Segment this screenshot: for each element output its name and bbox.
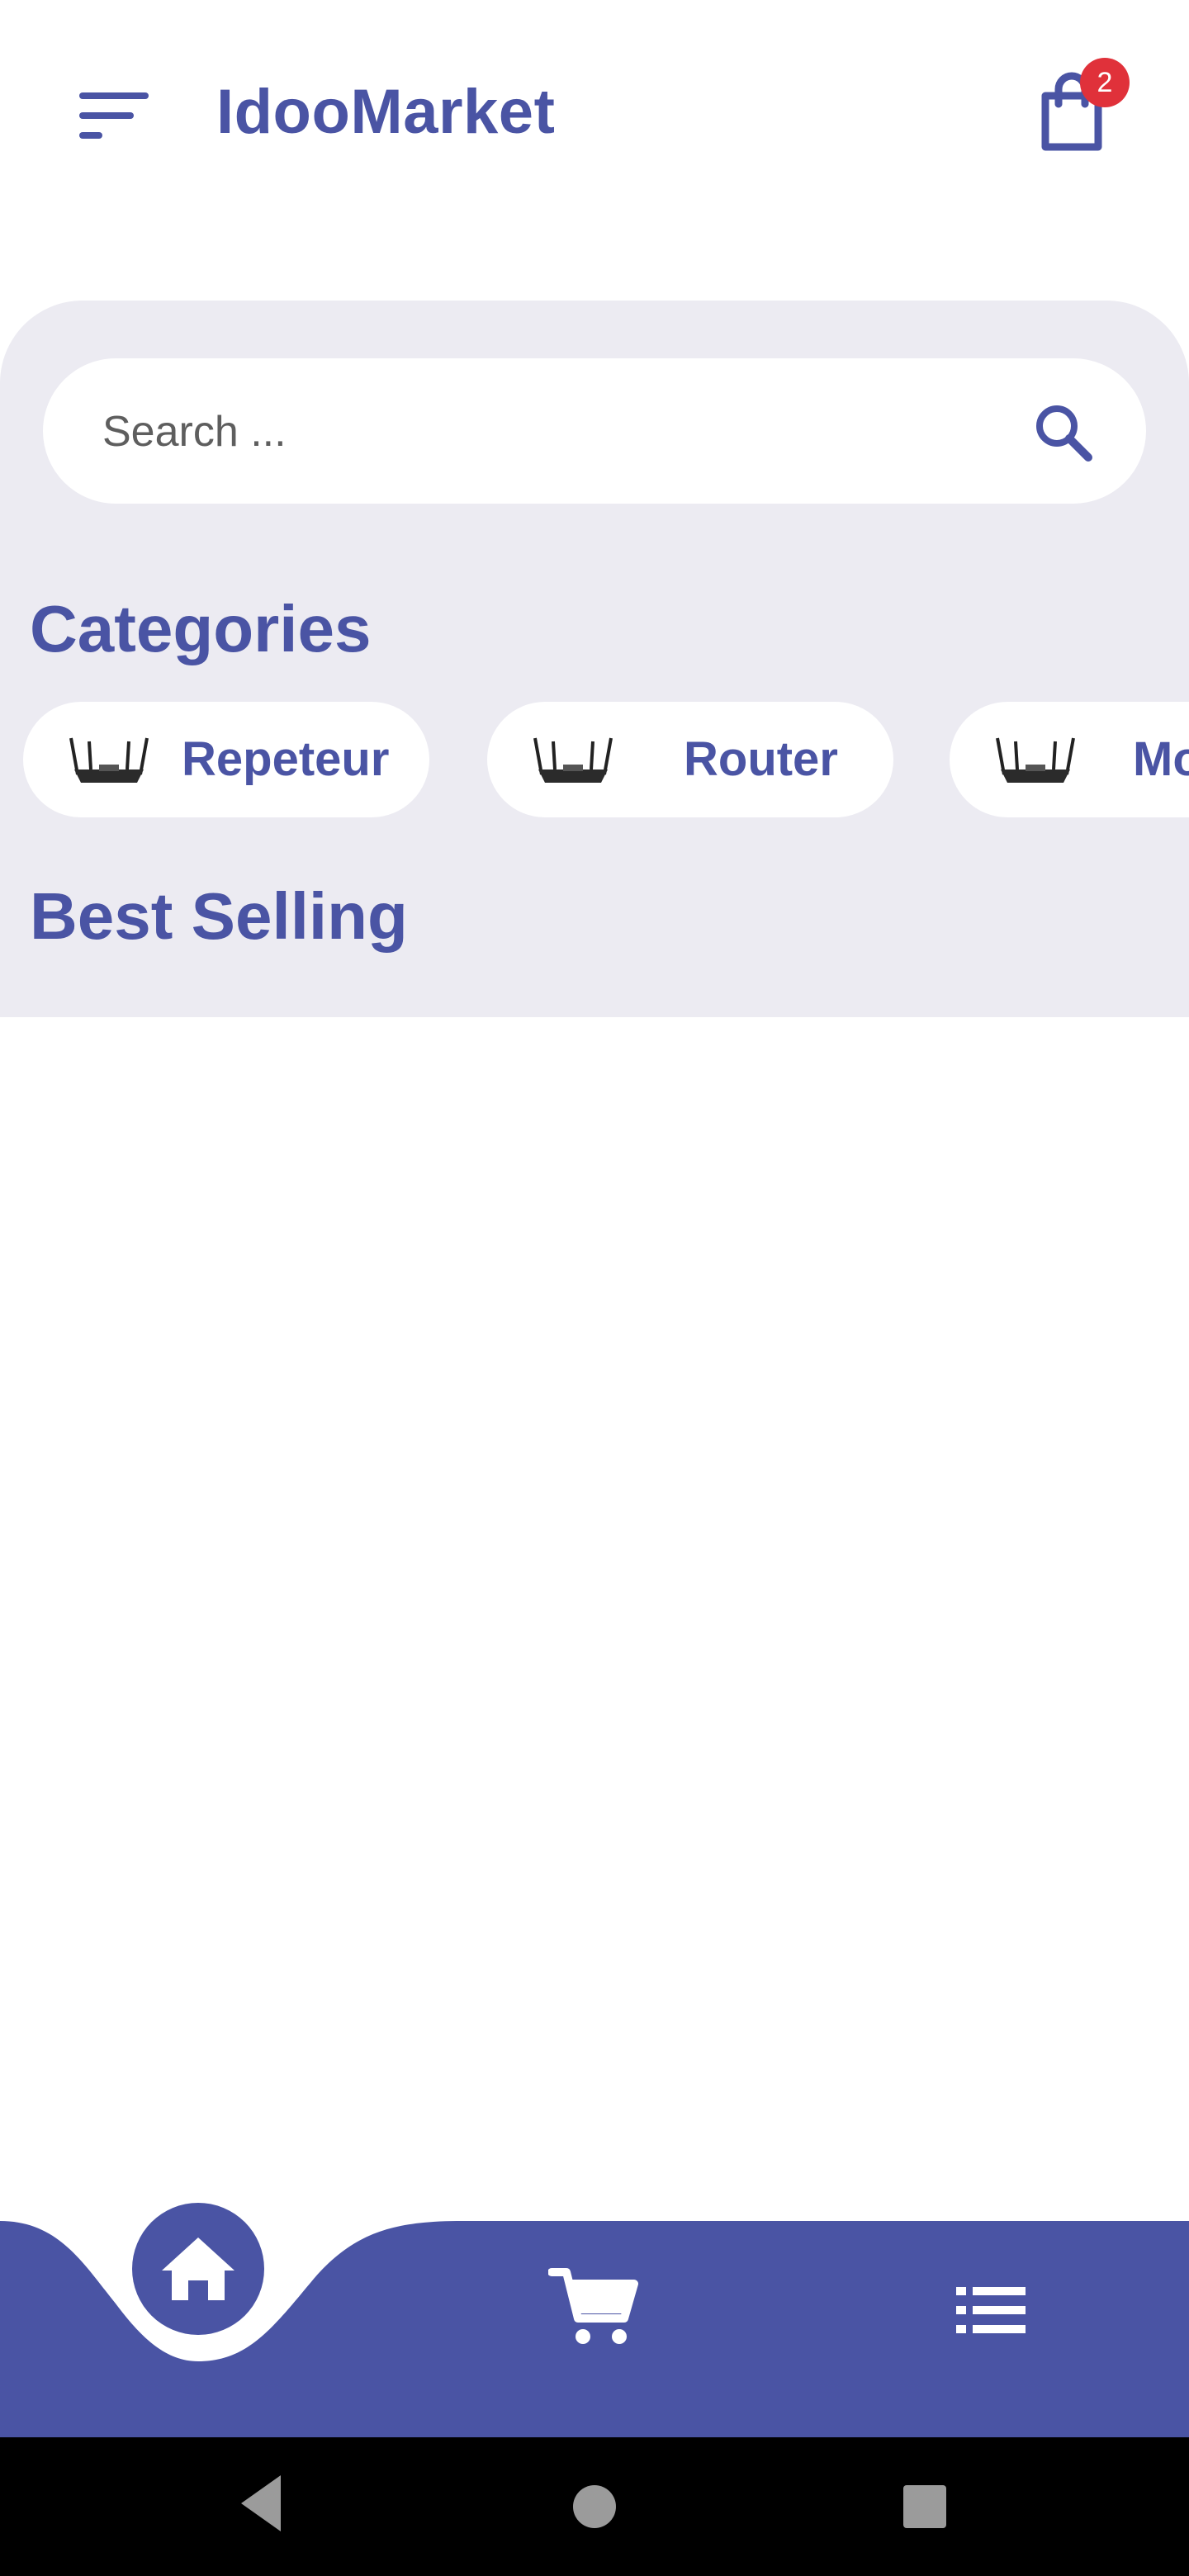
categories-list: Repeteur Router Mo <box>0 702 1189 817</box>
router-image <box>69 737 149 783</box>
category-chip-repeteur[interactable]: Repeteur <box>23 702 429 817</box>
menu-sort-icon[interactable] <box>79 89 152 142</box>
main-panel: Categories Repeteur Router <box>0 301 1189 1017</box>
search-icon[interactable] <box>1030 400 1097 466</box>
category-chip-router[interactable]: Router <box>487 702 893 817</box>
categories-title: Categories <box>30 592 372 665</box>
search-bar <box>43 358 1146 505</box>
nav-home-button[interactable] <box>132 2203 264 2335</box>
search-input[interactable] <box>101 358 1012 505</box>
category-chip-mo[interactable]: Mo <box>950 702 1189 817</box>
recents-square-icon[interactable] <box>903 2485 946 2528</box>
router-image <box>996 737 1075 783</box>
cart-icon[interactable] <box>548 2266 639 2348</box>
home-icon <box>162 2237 234 2300</box>
list-icon[interactable] <box>956 2285 1026 2335</box>
back-icon[interactable] <box>238 2472 284 2535</box>
category-label: Mo <box>1133 732 1189 786</box>
app-title: IdooMarket <box>216 77 556 147</box>
app-header: IdooMarket 2 <box>0 0 1189 231</box>
category-label: Repeteur <box>182 732 390 786</box>
category-label: Router <box>684 732 838 786</box>
cart-count-badge: 2 <box>1080 58 1130 107</box>
best-selling-title: Best Selling <box>30 879 408 953</box>
system-nav-bar <box>0 2437 1189 2576</box>
router-image <box>533 737 613 783</box>
home-circle-icon[interactable] <box>573 2485 616 2528</box>
